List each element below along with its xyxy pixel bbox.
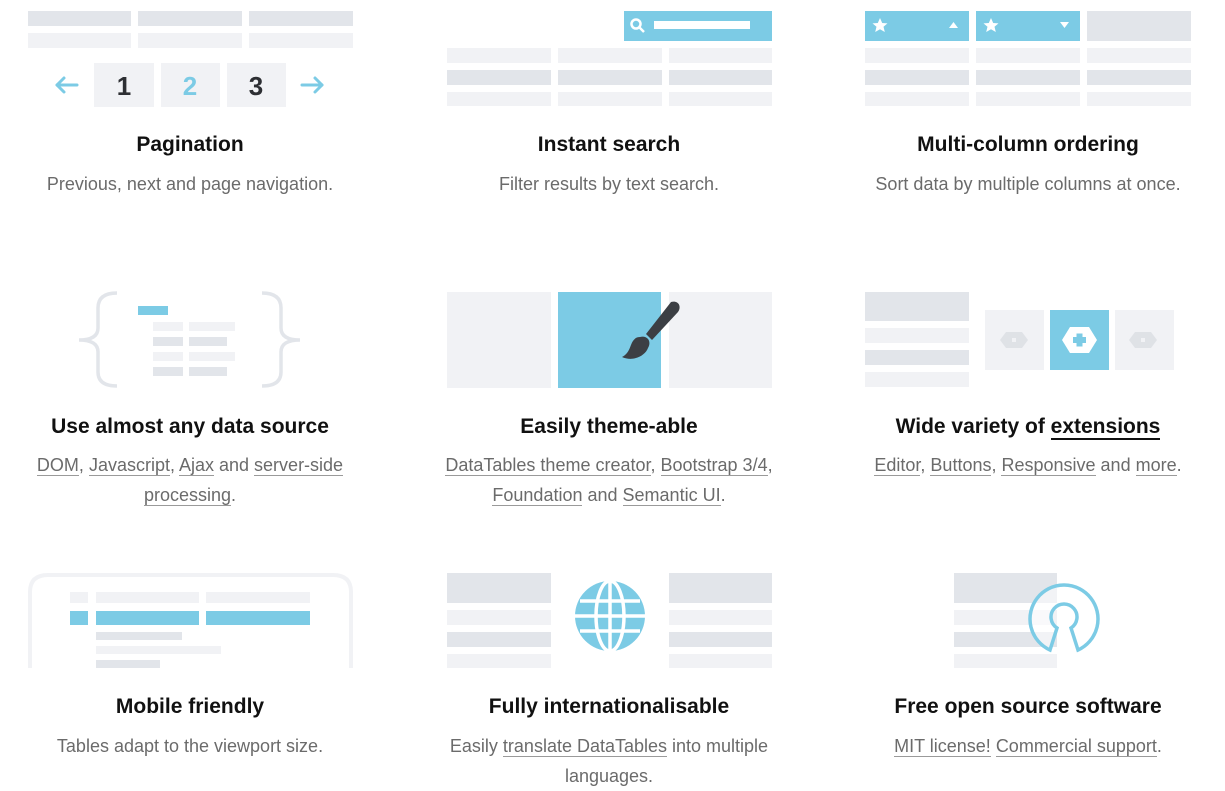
translate-datatables-link[interactable]: translate DataTables: [502, 736, 668, 757]
page-3-label: 3: [249, 71, 263, 101]
editor-link[interactable]: Editor: [874, 455, 921, 476]
responsive-link[interactable]: Responsive: [1001, 455, 1096, 476]
open-source-icon: [1028, 583, 1100, 653]
mobile-desc: Tables adapt to the viewport size.: [56, 736, 324, 756]
pagination-title: Pagination: [136, 133, 244, 156]
ordering-desc: Sort data by multiple columns at once.: [875, 174, 1181, 194]
more-link[interactable]: more: [1135, 455, 1177, 476]
opensource-desc: MIT license! Commercial support.: [894, 736, 1162, 757]
feature-illustrations: 1 2 3: [28, 11, 1191, 668]
buttons-link[interactable]: Buttons: [930, 455, 992, 476]
commercial-support-link[interactable]: Commercial support: [995, 736, 1157, 757]
ordering-illustration: [865, 11, 1191, 106]
extensions-desc: Editor, Buttons, Responsive and more.: [874, 455, 1182, 476]
theme-creator-link[interactable]: DataTables theme creator: [445, 455, 651, 476]
extensions-illustration: [865, 292, 1174, 387]
datasource-illustration: [78, 291, 301, 388]
semantic-ui-link[interactable]: Semantic UI: [622, 485, 721, 506]
mobile-illustration: [28, 573, 353, 668]
i18n-desc: Easily translate DataTables into multipl…: [449, 736, 769, 786]
brace-right-icon: [261, 291, 301, 388]
opensource-illustration: [954, 573, 1100, 668]
ajax-link[interactable]: Ajax: [178, 455, 214, 476]
bootstrap-link[interactable]: Bootstrap 3/4: [660, 455, 768, 476]
foundation-link[interactable]: Foundation: [492, 485, 583, 506]
page-2-label: 2: [183, 71, 197, 101]
i18n-title: Fully internationalisable: [488, 695, 730, 718]
arrow-right-icon[interactable]: [300, 76, 324, 94]
theme-desc: DataTables theme creator, Bootstrap 3/4,…: [445, 455, 773, 506]
javascript-link[interactable]: Javascript: [88, 455, 170, 476]
plus-hexagon-icon: [1000, 332, 1028, 348]
datasource-title: Use almost any data source: [51, 415, 329, 438]
brace-left-icon: [78, 291, 118, 388]
theme-illustration: [447, 292, 772, 388]
datasource-desc: DOM, Javascript, Ajax and server-side pr…: [36, 455, 344, 506]
search-illustration: [447, 11, 772, 106]
search-desc: Filter results by text search.: [498, 174, 720, 194]
i18n-illustration: [447, 573, 772, 668]
pagination-illustration: 1 2 3: [28, 11, 353, 107]
search-title: Instant search: [537, 133, 681, 156]
opensource-title: Free open source software: [894, 695, 1162, 718]
mit-license-link[interactable]: MIT license!: [894, 736, 991, 757]
mobile-title: Mobile friendly: [115, 695, 265, 718]
theme-title: Easily theme-able: [520, 415, 698, 438]
pagination-desc: Previous, next and page navigation.: [46, 174, 334, 194]
globe-icon: [575, 579, 645, 653]
page-1-label: 1: [117, 71, 131, 101]
extensions-link[interactable]: extensions: [1050, 415, 1161, 440]
extensions-title: Wide variety of extensions: [895, 415, 1161, 440]
arrow-left-icon[interactable]: [55, 76, 79, 94]
dom-link[interactable]: DOM: [36, 455, 79, 476]
ordering-title: Multi-column ordering: [917, 133, 1139, 156]
